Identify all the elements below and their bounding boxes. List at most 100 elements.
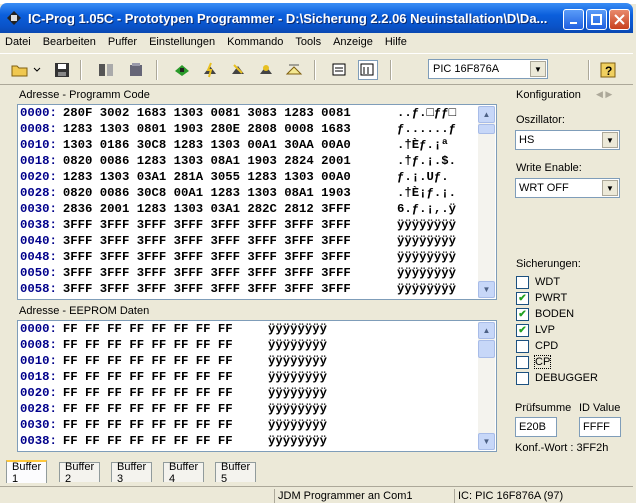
blank-check-button[interactable] <box>284 60 304 80</box>
buffer-compare-button[interactable] <box>96 60 116 80</box>
oscillator-select[interactable]: HS ▼ <box>515 130 620 150</box>
minimize-button[interactable] <box>563 9 584 30</box>
menu-puffer[interactable]: Puffer <box>108 36 137 48</box>
hex-row-data[interactable]: FF FF FF FF FF FF FF FF <box>63 338 233 352</box>
hex-row[interactable]: 0018: 0820 0086 1283 1303 08A1 1903 2824 … <box>20 153 456 169</box>
chevron-down-icon[interactable]: ▼ <box>530 61 546 77</box>
fuse-pwrt-checkbox[interactable]: ✔ PWRT <box>516 291 567 305</box>
hex-row-data[interactable]: 3FFF 3FFF 3FFF 3FFF 3FFF 3FFF 3FFF 3FFF <box>63 282 351 296</box>
hex-row[interactable]: 0000: FF FF FF FF FF FF FF FF ÿÿÿÿÿÿÿÿ <box>20 321 327 337</box>
hex-row-data[interactable]: FF FF FF FF FF FF FF FF <box>63 386 233 400</box>
help-button[interactable]: ? <box>598 60 618 80</box>
program-code-view[interactable]: 0000: 280F 3002 1683 1303 0081 3083 1283 … <box>17 104 497 300</box>
hex-row-data[interactable]: 3FFF 3FFF 3FFF 3FFF 3FFF 3FFF 3FFF 3FFF <box>63 234 351 248</box>
menu-bearbeiten[interactable]: Bearbeiten <box>43 36 96 48</box>
hex-row[interactable]: 0020: FF FF FF FF FF FF FF FF ÿÿÿÿÿÿÿÿ <box>20 385 327 401</box>
hex-row-data[interactable]: 2836 2001 1283 1303 03A1 282C 2812 3FFF <box>63 202 351 216</box>
hex-row-data[interactable]: 1303 0186 30C8 1283 1303 00A1 30AA 00A0 <box>63 138 351 152</box>
hex-row-data[interactable]: FF FF FF FF FF FF FF FF <box>63 354 233 368</box>
tab-buffer-4[interactable]: Buffer 4 <box>163 461 205 485</box>
erase-button[interactable] <box>228 60 248 80</box>
scroll-thumb[interactable] <box>478 340 495 358</box>
hex-row[interactable]: 0050: 3FFF 3FFF 3FFF 3FFF 3FFF 3FFF 3FFF … <box>20 265 456 281</box>
hex-row[interactable]: 0028: 0820 0086 30C8 00A1 1283 1303 08A1 … <box>20 185 456 201</box>
menu-hilfe[interactable]: Hilfe <box>385 36 407 48</box>
tab-buffer-2[interactable]: Buffer 2 <box>59 461 101 485</box>
fuse-lvp-checkbox[interactable]: ✔ LVP <box>516 323 555 337</box>
checkmark-icon[interactable]: ✔ <box>516 291 529 305</box>
hex-row-data[interactable]: FF FF FF FF FF FF FF FF <box>63 418 233 432</box>
hex-row[interactable]: 0020: 1283 1303 03A1 281A 3055 1283 1303 … <box>20 169 449 185</box>
hex-row[interactable]: 0008: FF FF FF FF FF FF FF FF ÿÿÿÿÿÿÿÿ <box>20 337 327 353</box>
hex-row[interactable]: 0028: FF FF FF FF FF FF FF FF ÿÿÿÿÿÿÿÿ <box>20 401 327 417</box>
hex-row[interactable]: 0058: 3FFF 3FFF 3FFF 3FFF 3FFF 3FFF 3FFF … <box>20 281 456 297</box>
write-enable-select[interactable]: WRT OFF ▼ <box>515 178 620 198</box>
fuse-boden-checkbox[interactable]: ✔ BODEN <box>516 307 574 321</box>
menu-tools[interactable]: Tools <box>295 36 321 48</box>
menu-kommando[interactable]: Kommando <box>227 36 283 48</box>
program-all-button[interactable] <box>200 60 220 80</box>
chevron-down-icon[interactable]: ▼ <box>602 180 618 196</box>
read-all-button[interactable] <box>172 60 192 80</box>
hex-row[interactable]: 0038: FF FF FF FF FF FF FF FF ÿÿÿÿÿÿÿÿ <box>20 433 327 449</box>
hex-row[interactable]: 0030: FF FF FF FF FF FF FF FF ÿÿÿÿÿÿÿÿ <box>20 417 327 433</box>
hex-row-data[interactable]: 3FFF 3FFF 3FFF 3FFF 3FFF 3FFF 3FFF 3FFF <box>63 266 351 280</box>
maximize-button[interactable] <box>586 9 607 30</box>
menu-datei[interactable]: Datei <box>5 36 31 48</box>
open-button[interactable] <box>10 60 30 80</box>
program-scrollbar[interactable]: ▲ ▼ <box>478 106 495 298</box>
hex-row-data[interactable]: 3FFF 3FFF 3FFF 3FFF 3FFF 3FFF 3FFF 3FFF <box>63 250 351 264</box>
hex-row-data[interactable]: 1283 1303 03A1 281A 3055 1283 1303 00A0 <box>63 170 351 184</box>
hex-row-data[interactable]: FF FF FF FF FF FF FF FF <box>63 402 233 416</box>
hex-row[interactable]: 0048: 3FFF 3FFF 3FFF 3FFF 3FFF 3FFF 3FFF … <box>20 249 456 265</box>
menu-anzeige[interactable]: Anzeige <box>333 36 373 48</box>
hex-row-data[interactable]: 0820 0086 1283 1303 08A1 1903 2824 2001 <box>63 154 351 168</box>
hex-row[interactable]: 0010: FF FF FF FF FF FF FF FF ÿÿÿÿÿÿÿÿ <box>20 353 327 369</box>
hex-row-data[interactable]: 3FFF 3FFF 3FFF 3FFF 3FFF 3FFF 3FFF 3FFF <box>63 218 351 232</box>
view-asm-button[interactable] <box>358 60 378 80</box>
device-select[interactable]: PIC 16F876A ▼ <box>428 59 548 79</box>
checkbox-empty-icon[interactable] <box>516 339 529 353</box>
checkmark-icon[interactable]: ✔ <box>516 307 529 321</box>
checkbox-empty-icon[interactable] <box>516 371 529 385</box>
eeprom-scrollbar[interactable]: ▲ ▼ <box>478 322 495 450</box>
hex-row-data[interactable]: FF FF FF FF FF FF FF FF <box>63 322 233 336</box>
hex-row[interactable]: 0008: 1283 1303 0801 1903 280E 2808 0008 … <box>20 121 456 137</box>
checkbox-empty-icon[interactable] <box>516 355 529 369</box>
tab-buffer-1[interactable]: Buffer 1 <box>6 460 48 485</box>
close-button[interactable] <box>609 9 630 30</box>
hex-row-data[interactable]: FF FF FF FF FF FF FF FF <box>63 434 233 448</box>
id-value-field[interactable]: FFFF <box>579 417 621 437</box>
hex-row[interactable]: 0040: 3FFF 3FFF 3FFF 3FFF 3FFF 3FFF 3FFF … <box>20 233 456 249</box>
scroll-up-icon[interactable]: ▲ <box>478 106 495 123</box>
fuse-cp-checkbox[interactable]: CP <box>516 355 552 369</box>
fuse-debugger-checkbox[interactable]: DEBUGGER <box>516 371 598 385</box>
menu-einstellungen[interactable]: Einstellungen <box>149 36 215 48</box>
checkmark-icon[interactable]: ✔ <box>516 323 529 337</box>
verify-button[interactable] <box>256 60 276 80</box>
hex-row[interactable]: 0018: FF FF FF FF FF FF FF FF ÿÿÿÿÿÿÿÿ <box>20 369 327 385</box>
view-hex-button[interactable] <box>330 60 350 80</box>
scroll-down-icon[interactable]: ▼ <box>478 281 495 298</box>
chevron-down-icon[interactable]: ▼ <box>602 132 618 148</box>
eeprom-view[interactable]: 0000: FF FF FF FF FF FF FF FF ÿÿÿÿÿÿÿÿ 0008… <box>17 320 497 452</box>
open-dropdown-button[interactable] <box>32 60 42 80</box>
hex-row-data[interactable]: 0820 0086 30C8 00A1 1283 1303 08A1 1903 <box>63 186 351 200</box>
scroll-down-icon[interactable]: ▼ <box>478 433 495 450</box>
config-arrows-icon[interactable]: ◀ ▶ <box>596 89 612 100</box>
tab-buffer-5[interactable]: Buffer 5 <box>215 461 257 485</box>
hex-row[interactable]: 0030: 2836 2001 1283 1303 03A1 282C 2812 … <box>20 201 456 217</box>
scroll-thumb[interactable] <box>478 124 495 134</box>
fuse-wdt-checkbox[interactable]: WDT <box>516 275 560 289</box>
tab-buffer-3[interactable]: Buffer 3 <box>111 461 153 485</box>
hex-row[interactable]: 0000: 280F 3002 1683 1303 0081 3083 1283 … <box>20 105 456 121</box>
settings-button[interactable] <box>126 60 146 80</box>
hex-row[interactable]: 0010: 1303 0186 30C8 1283 1303 00A1 30AA … <box>20 137 449 153</box>
title-bar[interactable]: IC-Prog 1.05C - Prototypen Programmer - … <box>0 3 633 33</box>
fuse-cpd-checkbox[interactable]: CPD <box>516 339 558 353</box>
scroll-up-icon[interactable]: ▲ <box>478 322 495 339</box>
hex-row-data[interactable]: 280F 3002 1683 1303 0081 3083 1283 0081 <box>63 106 351 120</box>
checkbox-empty-icon[interactable] <box>516 275 529 289</box>
hex-row-data[interactable]: 1283 1303 0801 1903 280E 2808 0008 1683 <box>63 122 351 136</box>
save-button[interactable] <box>52 60 72 80</box>
